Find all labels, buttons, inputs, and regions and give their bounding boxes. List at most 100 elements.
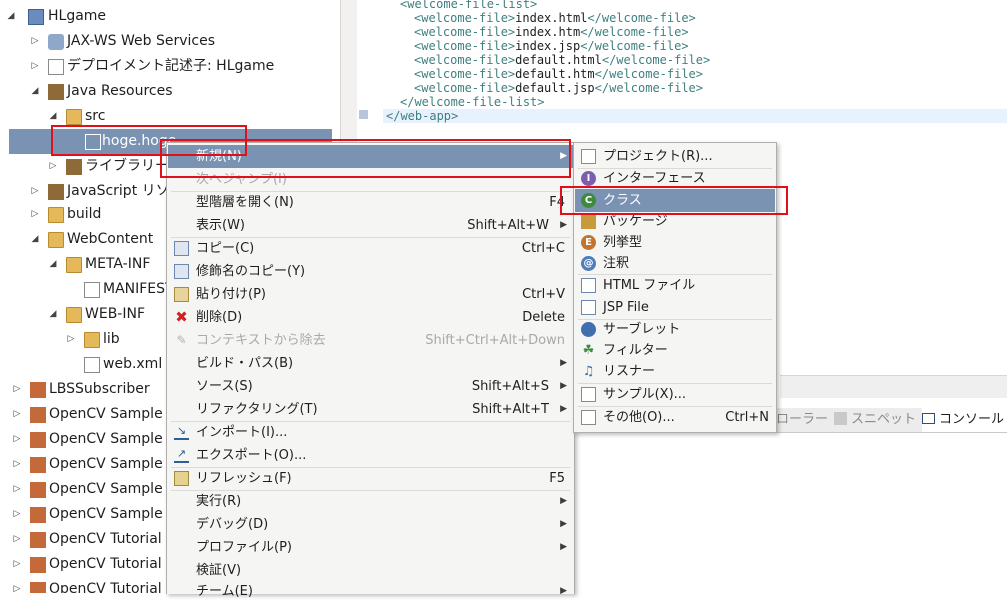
submenu-item-class[interactable]: C クラス <box>575 189 775 212</box>
tree-item-hlgame[interactable]: ◢ HLgame <box>0 4 340 29</box>
menu-item-run[interactable]: 実行(R) ▶ <box>168 490 573 513</box>
remove-context-icon: ✎ <box>176 333 187 347</box>
xml-file-icon <box>84 357 100 373</box>
horizontal-scrollbar[interactable] <box>780 375 1007 398</box>
collapse-arrow-icon[interactable]: ◢ <box>30 79 40 104</box>
android-project-icon <box>30 432 46 448</box>
menu-item-new[interactable]: 新規(N) ▶ <box>168 145 573 168</box>
menu-item-refresh[interactable]: リフレッシュ(F) F5 <box>168 467 573 490</box>
menu-item-import[interactable]: ↘ インポート(I)... <box>168 421 573 444</box>
expand-arrow-icon[interactable]: ▷ <box>30 202 40 227</box>
tab-explorer[interactable]: ローラー <box>776 408 828 432</box>
tree-item-deployment-descriptor[interactable]: ▷ デプロイメント記述子: HLgame <box>0 54 340 79</box>
expand-arrow-icon[interactable]: ▷ <box>30 29 40 54</box>
copy-qualified-name-icon <box>174 264 189 279</box>
expand-arrow-icon[interactable]: ▷ <box>12 477 22 502</box>
expand-arrow-icon[interactable]: ▷ <box>12 377 22 402</box>
code-line[interactable]: </welcome-file-list> <box>400 95 545 109</box>
menu-item-delete[interactable]: ✖ 削除(D) Delete <box>168 306 573 329</box>
code-line[interactable]: <welcome-file>index.htm</welcome-file> <box>414 25 689 39</box>
folder-icon <box>84 332 100 348</box>
android-project-icon <box>30 532 46 548</box>
android-project-icon <box>30 482 46 498</box>
tree-item-jaxws[interactable]: ▷ JAX-WS Web Services <box>0 29 340 54</box>
tree-item-src[interactable]: ◢ src <box>0 104 340 129</box>
context-menu: 新規(N) ▶ 次へジャンプ(I) 型階層を開く(N) F4 表示(W) Shi… <box>166 142 575 599</box>
submenu-item-enum[interactable]: E 列挙型 <box>575 231 775 254</box>
menu-item-show-in[interactable]: 表示(W) Shift+Alt+W ▶ <box>168 214 573 237</box>
submenu-item-jsp-file[interactable]: JSP File <box>575 296 775 319</box>
submenu-item-filter[interactable]: ☘ フィルター <box>575 339 775 362</box>
submenu-arrow-icon: ▶ <box>560 358 567 368</box>
menu-item-source[interactable]: ソース(S) Shift+Alt+S ▶ <box>168 375 573 398</box>
web-project-icon <box>28 9 44 25</box>
menu-item-validate[interactable]: 検証(V) <box>168 559 573 582</box>
package-icon <box>85 134 101 150</box>
collapse-arrow-icon[interactable]: ◢ <box>48 104 58 129</box>
folder-open-icon <box>66 307 82 323</box>
other-icon <box>581 410 596 425</box>
expand-arrow-icon[interactable]: ▷ <box>66 327 76 352</box>
code-line[interactable]: <welcome-file>default.html</welcome-file… <box>414 53 710 67</box>
delete-icon: ✖ <box>175 308 188 326</box>
submenu-item-servlet[interactable]: サーブレット <box>575 318 775 341</box>
filter-icon: ☘ <box>582 343 595 358</box>
menu-item-export[interactable]: ↗ エクスポート(O)... <box>168 444 573 467</box>
submenu-arrow-icon: ▶ <box>560 381 567 391</box>
code-line[interactable]: <welcome-file>default.jsp</welcome-file> <box>414 81 703 95</box>
code-line[interactable]: <welcome-file>index.jsp</welcome-file> <box>414 39 689 53</box>
submenu-item-interface[interactable]: I インターフェース <box>575 167 775 190</box>
expand-arrow-icon[interactable]: ▷ <box>48 154 58 179</box>
code-line[interactable]: <welcome-file>index.html</welcome-file> <box>414 11 696 25</box>
submenu-item-html-file[interactable]: HTML ファイル <box>575 274 775 297</box>
menu-item-open-type-hierarchy[interactable]: 型階層を開く(N) F4 <box>168 191 573 214</box>
submenu-item-example[interactable]: サンプル(X)... <box>575 383 775 406</box>
console-icon <box>922 413 935 424</box>
menu-item-refactor[interactable]: リファクタリング(T) Shift+Alt+T ▶ <box>168 398 573 421</box>
expand-arrow-icon[interactable]: ▷ <box>12 427 22 452</box>
menu-item-team[interactable]: チーム(E) ▶ <box>168 580 573 603</box>
expand-arrow-icon[interactable]: ▷ <box>12 502 22 527</box>
menu-item-remove-from-context: ✎ コンテキストから除去 Shift+Ctrl+Alt+Down <box>168 329 573 352</box>
collapse-arrow-icon[interactable]: ◢ <box>48 302 58 327</box>
copy-icon <box>174 241 189 256</box>
expand-arrow-icon[interactable]: ▷ <box>12 402 22 427</box>
menu-item-go-into: 次へジャンプ(I) <box>196 172 287 187</box>
tab-console[interactable]: コンソール <box>922 408 1007 432</box>
submenu-item-listener[interactable]: ♫ リスナー <box>575 360 775 383</box>
menu-item-copy[interactable]: コピー(C) Ctrl+C <box>168 237 573 260</box>
tab-snippets[interactable]: スニペット <box>834 408 918 432</box>
collapse-arrow-icon[interactable]: ◢ <box>48 252 58 277</box>
code-line[interactable]: <welcome-file>default.htm</welcome-file> <box>414 67 703 81</box>
expand-arrow-icon[interactable]: ▷ <box>30 179 40 204</box>
collapse-arrow-icon[interactable]: ◢ <box>30 227 40 252</box>
folder-open-icon <box>66 257 82 273</box>
library-icon <box>66 159 82 175</box>
menu-item-paste[interactable]: 貼り付け(P) Ctrl+V <box>168 283 573 306</box>
paste-icon <box>174 287 189 302</box>
menu-item-profile[interactable]: プロファイル(P) ▶ <box>168 536 573 559</box>
expand-arrow-icon[interactable]: ▷ <box>12 452 22 477</box>
expand-arrow-icon[interactable]: ▷ <box>30 54 40 79</box>
new-submenu: プロジェクト(R)... I インターフェース C クラス パッケージ E 列挙… <box>573 142 777 433</box>
listener-icon: ♫ <box>582 364 595 379</box>
expand-arrow-icon[interactable]: ▷ <box>12 577 22 593</box>
submenu-arrow-icon: ▶ <box>560 542 567 552</box>
submenu-item-package[interactable]: パッケージ <box>575 210 775 233</box>
menu-item-build-path[interactable]: ビルド・パス(B) ▶ <box>168 352 573 375</box>
android-project-icon <box>30 382 46 398</box>
submenu-item-other[interactable]: その他(O)... Ctrl+N <box>575 406 775 429</box>
expand-arrow-icon[interactable]: ▷ <box>12 552 22 577</box>
menu-item-debug[interactable]: デバッグ(D) ▶ <box>168 513 573 536</box>
tree-item-java-resources[interactable]: ◢ Java Resources <box>0 79 340 104</box>
submenu-item-project[interactable]: プロジェクト(R)... <box>575 145 775 168</box>
android-project-icon <box>30 582 46 593</box>
expand-arrow-icon[interactable]: ▷ <box>12 527 22 552</box>
code-line[interactable]: <welcome-file-list> <box>400 0 537 11</box>
collapse-arrow-icon[interactable]: ◢ <box>6 4 16 29</box>
submenu-item-annotation[interactable]: @ 注釈 <box>575 252 775 275</box>
html-file-icon <box>581 278 596 293</box>
menu-item-copy-qualified-name[interactable]: 修飾名のコピー(Y) <box>168 260 573 283</box>
android-project-icon <box>30 507 46 523</box>
code-line[interactable]: </web-app> <box>386 109 458 123</box>
